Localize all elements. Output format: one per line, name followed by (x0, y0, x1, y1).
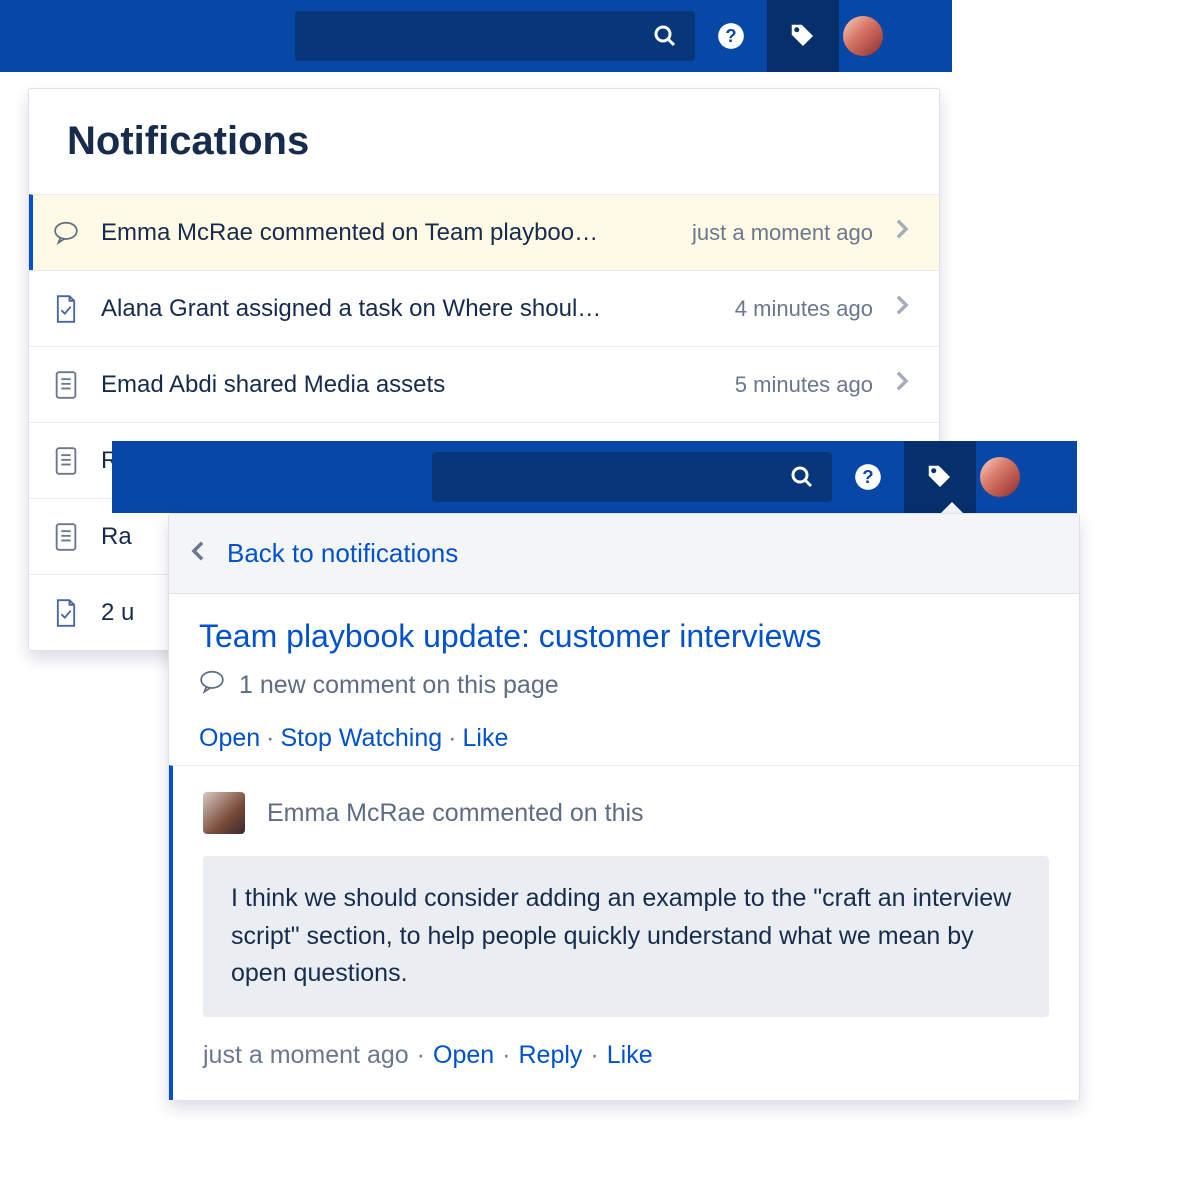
page-icon (51, 447, 81, 475)
help-icon: ? (854, 463, 882, 491)
chevron-right-icon (895, 218, 909, 247)
comment-open-link[interactable]: Open (433, 1041, 494, 1069)
notification-tag-icon (925, 462, 955, 492)
notification-tag-icon (788, 21, 818, 51)
comment-reply-link[interactable]: Reply (519, 1041, 583, 1069)
chevron-right-icon (895, 370, 909, 399)
comment-like-link[interactable]: Like (607, 1041, 653, 1069)
notification-row[interactable]: Emma McRae commented on Team playboo… ju… (29, 194, 939, 270)
back-to-notifications[interactable]: Back to notifications (169, 514, 1079, 594)
comment-thread: Emma McRae commented on this I think we … (169, 765, 1079, 1100)
global-header: ? (112, 441, 1077, 513)
detail-subtitle: 1 new comment on this page (239, 671, 559, 700)
search-input[interactable] (295, 11, 695, 61)
notification-text: Alana Grant assigned a task on Where sho… (101, 295, 719, 323)
detail-actions: Open·Stop Watching·Like (199, 724, 1049, 753)
notification-text: Emad Abdi shared Media assets (101, 371, 719, 399)
comment-icon (199, 669, 225, 702)
page-icon (51, 523, 81, 551)
help-icon: ? (717, 22, 745, 50)
notification-time: 5 minutes ago (735, 372, 873, 398)
search-icon (790, 465, 814, 489)
comment-icon (51, 220, 81, 246)
comment-meta: just a moment ago·Open·Reply·Like (203, 1041, 1049, 1070)
comment-body: I think we should consider adding an exa… (203, 856, 1049, 1017)
search-icon (653, 24, 677, 48)
page-icon (51, 371, 81, 399)
notifications-button[interactable] (767, 0, 839, 72)
notification-time: just a moment ago (692, 220, 873, 246)
avatar[interactable] (980, 457, 1020, 497)
like-link[interactable]: Like (463, 724, 509, 752)
chevron-left-icon (191, 538, 205, 569)
comment-time: just a moment ago (203, 1041, 409, 1069)
notification-row[interactable]: Alana Grant assigned a task on Where sho… (29, 270, 939, 346)
help-button[interactable]: ? (832, 441, 904, 513)
avatar[interactable] (843, 16, 883, 56)
open-link[interactable]: Open (199, 724, 260, 752)
commenter-line: Emma McRae commented on this (267, 799, 644, 828)
svg-text:?: ? (862, 466, 873, 487)
chevron-right-icon (895, 294, 909, 323)
back-label: Back to notifications (227, 538, 458, 569)
task-icon (51, 599, 81, 627)
task-icon (51, 295, 81, 323)
svg-text:?: ? (725, 25, 736, 46)
notification-time: 4 minutes ago (735, 296, 873, 322)
notification-text: Emma McRae commented on Team playboo… (101, 219, 676, 247)
panel-title: Notifications (67, 119, 939, 164)
search-input[interactable] (432, 452, 832, 502)
commenter-avatar[interactable] (203, 792, 245, 834)
global-header: ? (0, 0, 952, 72)
detail-title-link[interactable]: Team playbook update: customer interview… (199, 618, 1049, 655)
notification-row[interactable]: Emad Abdi shared Media assets 5 minutes … (29, 346, 939, 422)
stop-watching-link[interactable]: Stop Watching (281, 724, 443, 752)
notification-detail-panel: Back to notifications Team playbook upda… (168, 513, 1080, 1100)
help-button[interactable]: ? (695, 0, 767, 72)
